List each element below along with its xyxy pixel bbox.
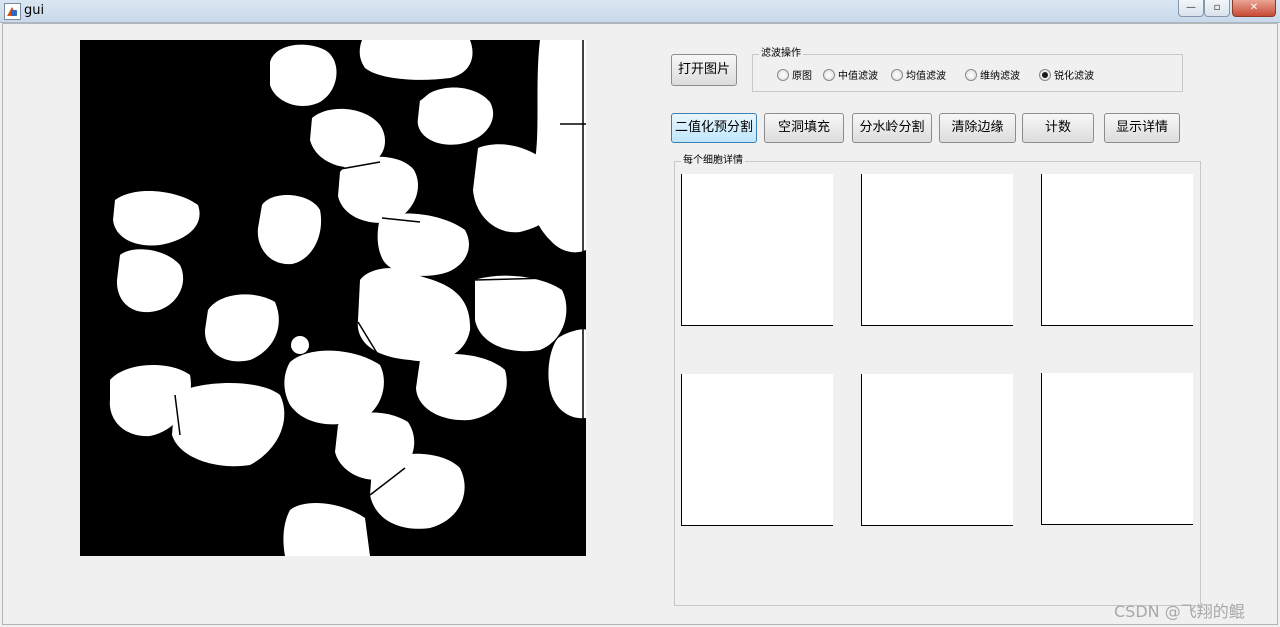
filter-operations-group: 滤波操作 原图 中值滤波 均值滤波 维纳滤波 锐化滤波 [752,48,1183,92]
open-image-button[interactable]: 打开图片 [671,54,737,86]
window-title: gui [24,3,45,18]
radio-median-filter[interactable]: 中值滤波 [823,69,878,83]
binary-cell-image [80,40,586,556]
maximize-button[interactable]: ▫ [1204,0,1230,17]
radio-circle-selected[interactable] [1039,69,1051,81]
cell-axes-5 [861,374,1013,526]
main-image-axes [80,40,586,556]
cell-axes-1 [681,174,833,326]
details-group-title: 每个细胞详情 [681,155,745,167]
radio-sharpen-filter[interactable]: 锐化滤波 [1039,69,1094,83]
clear-border-button[interactable]: 清除边缘 [939,113,1016,143]
filter-group-title: 滤波操作 [759,48,803,60]
radio-wiener-filter[interactable]: 维纳滤波 [965,69,1020,83]
csdn-watermark: CSDN @飞翔的鲲 [1114,602,1245,621]
radio-circle[interactable] [965,69,977,81]
radio-original[interactable]: 原图 [777,69,812,83]
cell-axes-3 [1041,174,1193,326]
radio-mean-filter[interactable]: 均值滤波 [891,69,946,83]
radio-circle[interactable] [777,69,789,81]
cell-axes-4 [681,374,833,526]
cell-axes-6 [1041,373,1193,525]
radio-circle[interactable] [823,69,835,81]
matlab-app-icon [4,3,21,20]
close-button[interactable]: ✕ [1232,0,1276,17]
window-titlebar[interactable]: gui — ▫ ✕ [0,0,1280,23]
binarize-presegment-button[interactable]: 二值化预分割 [671,113,757,143]
count-button[interactable]: 计数 [1022,113,1094,143]
watershed-segment-button[interactable]: 分水岭分割 [852,113,932,143]
cell-axes-2 [861,174,1013,326]
radio-circle[interactable] [891,69,903,81]
show-details-button[interactable]: 显示详情 [1104,113,1180,143]
minimize-button[interactable]: — [1178,0,1204,17]
fill-holes-button[interactable]: 空洞填充 [764,113,844,143]
